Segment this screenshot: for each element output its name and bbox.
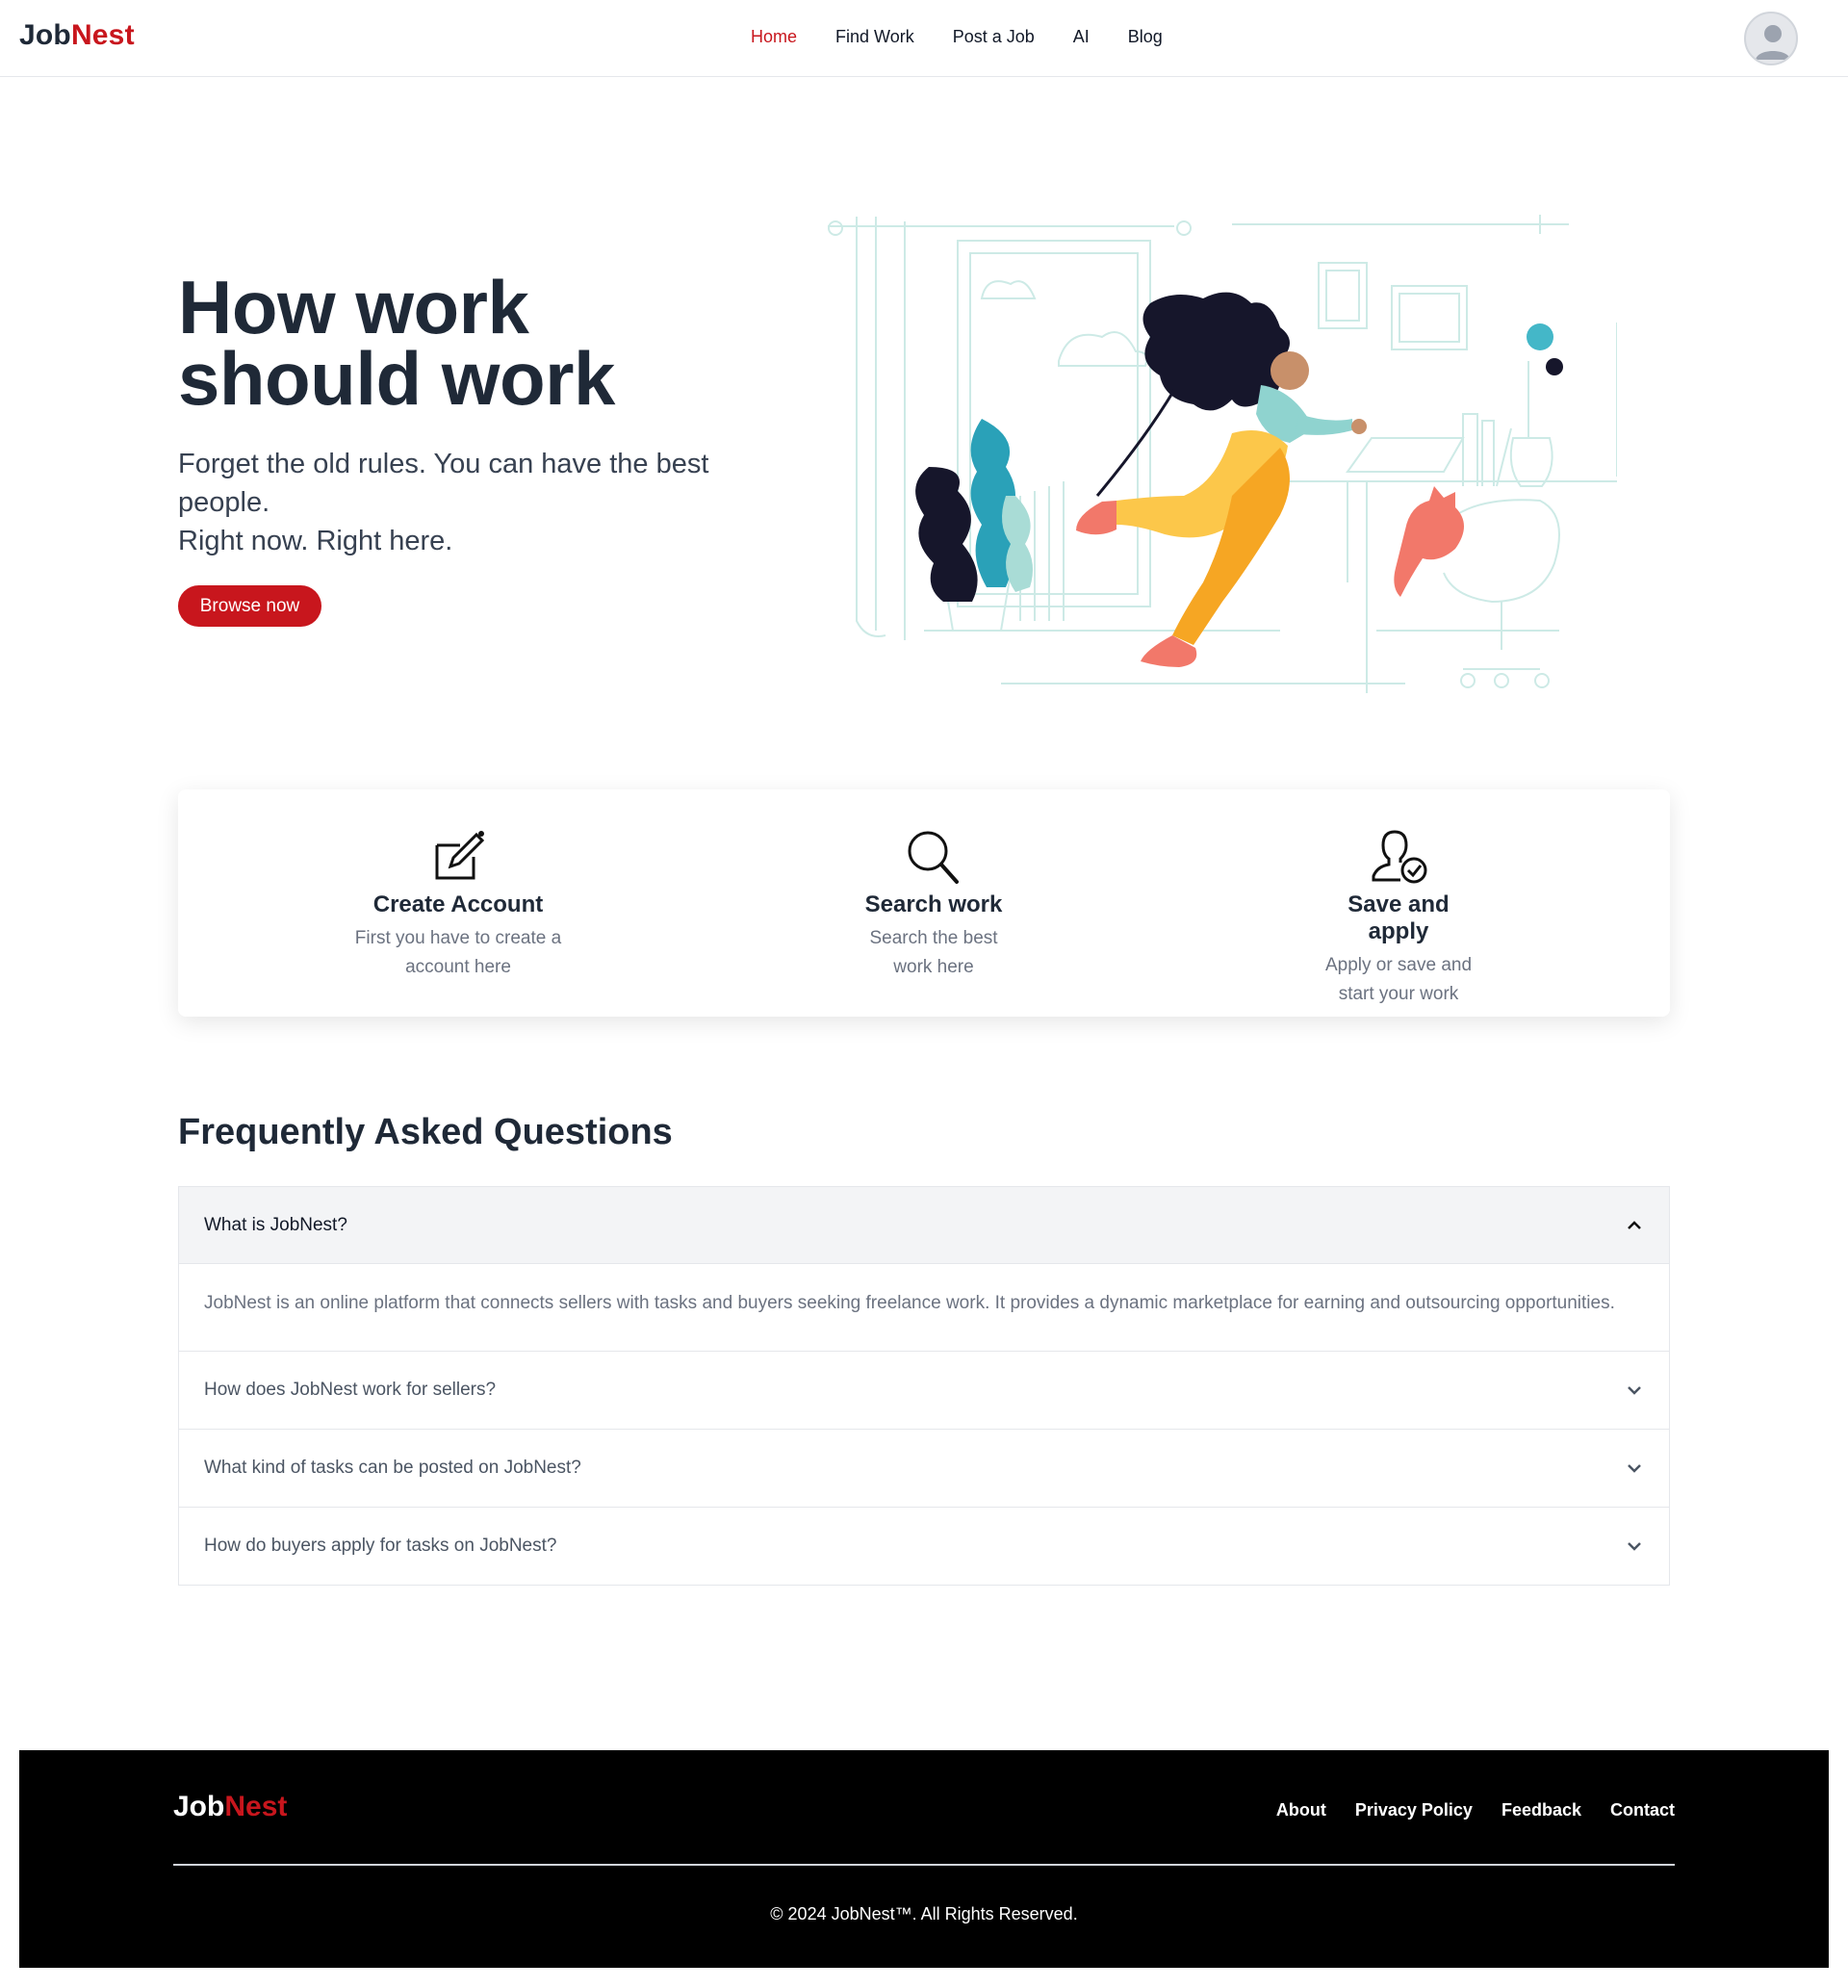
step-save-and-apply[interactable]: Save and apply Apply or save and start y… (1317, 828, 1480, 1009)
faq-question-text: How do buyers apply for tasks on JobNest… (204, 1536, 557, 1556)
faq-answer-text: JobNest is an online platform that conne… (204, 1293, 1615, 1313)
faq-question-text: What kind of tasks can be posted on JobN… (204, 1458, 581, 1478)
step-title: Save and apply (1348, 891, 1450, 944)
step-search-work[interactable]: Search work Search the best work here (861, 828, 1006, 982)
search-icon (908, 831, 959, 884)
faq-question-button[interactable]: How does JobNest work for sellers? (179, 1352, 1669, 1429)
faq-accordion: What is JobNest? JobNest is an online pl… (178, 1186, 1670, 1586)
chevron-up-icon (1628, 1220, 1641, 1229)
hero-subtitle: Forget the old rules. You can have the b… (178, 445, 736, 560)
user-avatar-icon[interactable] (1744, 12, 1798, 65)
step-description: Search the best work here (869, 928, 998, 977)
footer-links: About Privacy Policy Feedback Contact (1247, 1800, 1675, 1820)
footer-link-privacy-policy[interactable]: Privacy Policy (1355, 1800, 1473, 1820)
step-description: First you have to create a account here (354, 928, 562, 977)
footer-link-about[interactable]: About (1276, 1800, 1326, 1820)
step-title: Search work (864, 891, 1003, 917)
user-check-icon (1372, 830, 1427, 884)
woman-flying-to-desk-illustration (828, 207, 1618, 693)
top-navbar: JobNest Home Find Work Post a Job AI Blo… (0, 0, 1848, 77)
footer-link-contact[interactable]: Contact (1610, 1800, 1675, 1820)
logo-part-nest: Nest (70, 19, 135, 51)
nav-ai[interactable]: AI (1073, 27, 1090, 47)
nav-home[interactable]: Home (751, 27, 797, 47)
faq-question-button[interactable]: What is JobNest? (179, 1187, 1669, 1264)
browse-now-button[interactable]: Browse now (178, 585, 321, 627)
footer-copyright: © 2024 JobNest™. All Rights Reserved. (770, 1904, 1078, 1923)
faq-item: What is JobNest? JobNest is an online pl… (179, 1187, 1669, 1352)
footer-divider (173, 1864, 1675, 1866)
chevron-down-icon (1628, 1464, 1641, 1473)
logo-part-job: Job (19, 19, 71, 51)
step-create-account[interactable]: Create Account First you have to create … (347, 828, 569, 982)
edit-icon (435, 831, 485, 880)
step-title: Create Account (372, 891, 544, 917)
faq-item: What kind of tasks can be posted on JobN… (179, 1430, 1669, 1508)
chevron-down-icon (1628, 1542, 1641, 1551)
hero-subtitle-line-2: Right now. Right here. (178, 526, 453, 556)
how-it-works-card: Create Account First you have to create … (178, 789, 1670, 1017)
nav-find-work[interactable]: Find Work (835, 27, 914, 47)
hero-subtitle-line-1: Forget the old rules. You can have the b… (178, 449, 709, 518)
faq-item: How does JobNest work for sellers? (179, 1352, 1669, 1430)
logo-part-nest: Nest (224, 1791, 288, 1822)
faq-question-button[interactable]: What kind of tasks can be posted on JobN… (179, 1430, 1669, 1507)
logo-part-job: Job (173, 1791, 225, 1822)
footer-link-feedback[interactable]: Feedback (1502, 1800, 1581, 1820)
hero-title-line-2: should work (178, 336, 615, 421)
faq-question-text: What is JobNest? (204, 1214, 347, 1235)
footer-logo[interactable]: JobNest (173, 1791, 287, 1823)
main-nav: Home Find Work Post a Job AI Blog (751, 27, 1201, 47)
site-logo[interactable]: JobNest (19, 19, 135, 52)
hero-title: How work should work (178, 265, 615, 421)
hero-title-line-1: How work (178, 265, 529, 349)
faq-heading: Frequently Asked Questions (178, 1112, 673, 1152)
faq-question-button[interactable]: How do buyers apply for tasks on JobNest… (179, 1508, 1669, 1585)
site-footer: JobNest About Privacy Policy Feedback Co… (19, 1750, 1829, 1968)
step-description: Apply or save and start your work (1324, 955, 1473, 1004)
faq-item: How do buyers apply for tasks on JobNest… (179, 1508, 1669, 1585)
nav-post-a-job[interactable]: Post a Job (953, 27, 1035, 47)
nav-blog[interactable]: Blog (1128, 27, 1163, 47)
faq-question-text: How does JobNest work for sellers? (204, 1380, 497, 1400)
chevron-down-icon (1628, 1386, 1641, 1395)
